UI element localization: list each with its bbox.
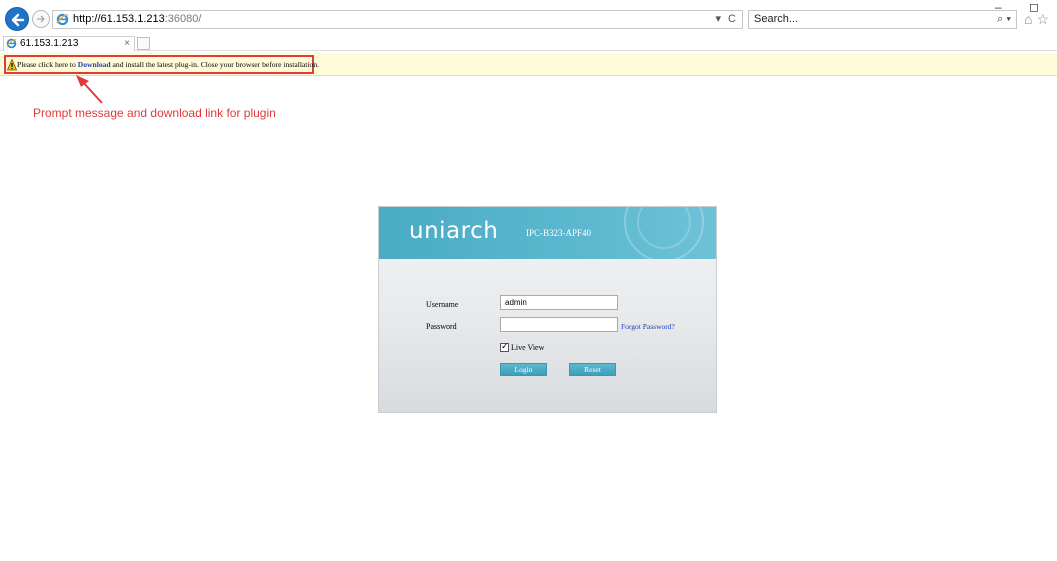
tab-current[interactable]: 61.153.1.213 × <box>3 36 135 51</box>
forward-button[interactable] <box>32 10 50 28</box>
login-button[interactable]: Login <box>500 363 547 376</box>
username-label: Username <box>426 300 459 309</box>
login-header: uniarch IPC-B323-APF40 <box>379 207 716 259</box>
device-model: IPC-B323-APF40 <box>526 228 592 238</box>
annotation-arrow-icon <box>76 75 103 104</box>
password-input[interactable] <box>500 317 618 332</box>
search-placeholder: Search... <box>754 13 799 25</box>
plugin-message: Please click here to Download and instal… <box>17 60 320 69</box>
search-input[interactable]: Search... ⌕ ▾ <box>748 10 1017 29</box>
search-icon[interactable]: ⌕ ▾ <box>997 13 1011 26</box>
tab-title: 61.153.1.213 <box>20 38 79 49</box>
brand-logo: uniarch <box>409 218 499 244</box>
login-panel: uniarch IPC-B323-APF40 Username admin Pa… <box>378 206 717 413</box>
back-button[interactable] <box>5 7 29 31</box>
address-bar[interactable]: http://61.153.1.213:36080/ ▾ C <box>52 10 743 29</box>
tab-bar: 61.153.1.213 × <box>0 36 1057 51</box>
plugin-info-bar: Please click here to Download and instal… <box>0 53 1057 76</box>
home-icon[interactable]: ⌂ <box>1024 11 1036 27</box>
username-input[interactable]: admin <box>500 295 618 310</box>
warning-icon <box>7 59 17 71</box>
toolbar-icons[interactable]: ⌂☆ <box>1024 11 1053 28</box>
live-view-label: Live View <box>511 343 545 352</box>
annotation-text: Prompt message and download link for plu… <box>33 106 276 120</box>
ie-logo-icon <box>6 38 17 49</box>
refresh-dropdown-icon[interactable]: ▾ C <box>715 12 738 25</box>
address-url: http://61.153.1.213:36080/ <box>73 13 202 25</box>
password-label: Password <box>426 322 457 331</box>
new-tab-button[interactable] <box>137 37 150 50</box>
browser-chrome: http://61.153.1.213:36080/ ▾ C Search...… <box>0 0 1057 51</box>
close-icon[interactable]: × <box>124 37 130 50</box>
reset-button[interactable]: Reset <box>569 363 616 376</box>
arrow-right-icon <box>37 15 45 23</box>
forgot-password-link[interactable]: Forgot Password? <box>621 322 675 331</box>
star-icon[interactable]: ☆ <box>1036 11 1053 27</box>
live-view-checkbox[interactable]: ✓ <box>500 341 509 352</box>
download-link[interactable]: Download <box>78 60 111 69</box>
arrow-left-icon <box>11 13 25 27</box>
ie-logo-icon <box>56 13 69 26</box>
checkmark-icon: ✓ <box>501 341 509 351</box>
